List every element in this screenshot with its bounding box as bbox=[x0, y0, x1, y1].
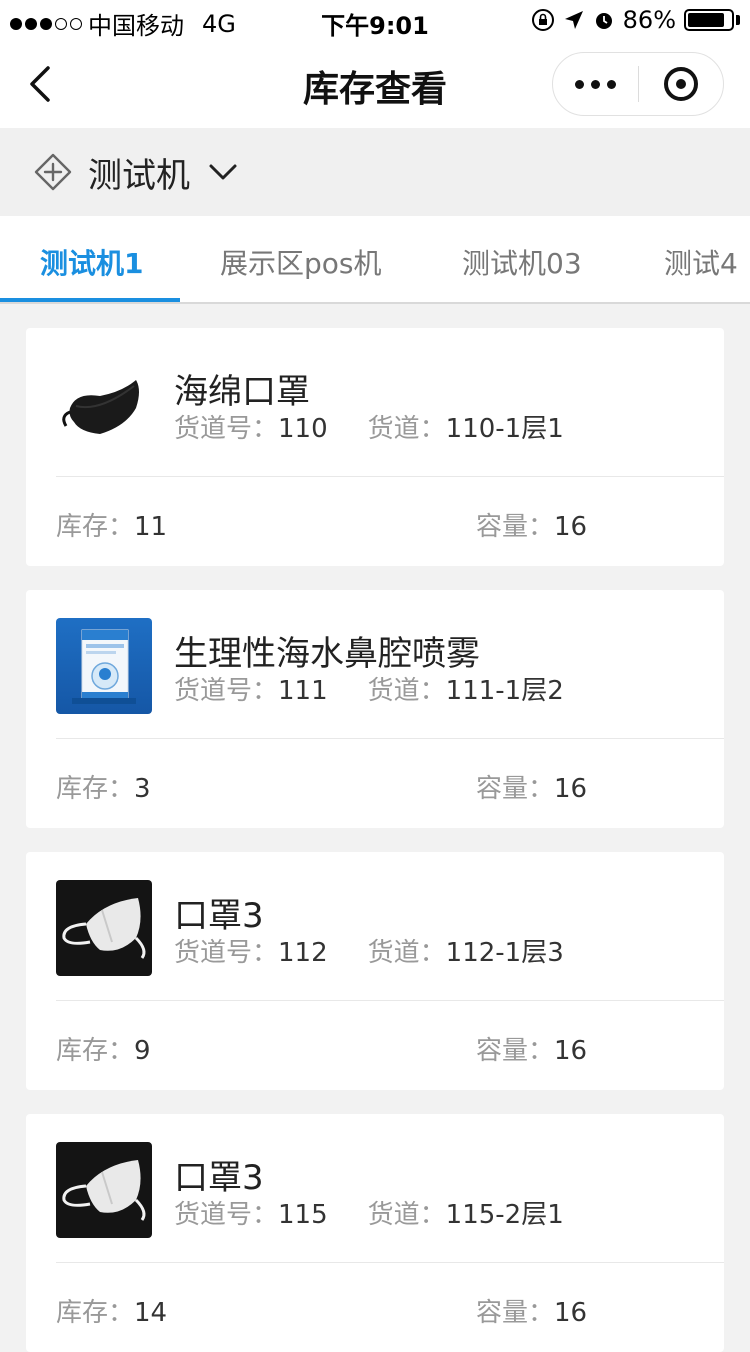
slot-value: 110-1层1 bbox=[445, 414, 564, 444]
close-miniprogram-button[interactable] bbox=[639, 53, 724, 115]
status-bar: 中国移动 4G 下午9:01 86% bbox=[0, 0, 750, 40]
rotation-lock-icon bbox=[531, 9, 554, 31]
chevron-down-icon bbox=[209, 164, 237, 180]
slot-info: 货道号：112 货道：112-1层3 bbox=[174, 932, 564, 969]
slot-info: 货道号：110 货道：110-1层1 bbox=[174, 408, 564, 445]
stock-value: 3 bbox=[134, 774, 151, 804]
slot-label: 货道： bbox=[367, 1200, 446, 1230]
black-mask-image bbox=[62, 380, 139, 434]
stock-label: 库存： bbox=[56, 1298, 135, 1328]
product-name: 口罩3 bbox=[174, 896, 264, 936]
tab-test-machine-1[interactable]: 测试机1 bbox=[40, 242, 143, 282]
slot-no-value: 110 bbox=[278, 414, 328, 444]
slot-value: 112-1层3 bbox=[445, 938, 564, 968]
battery-icon bbox=[684, 9, 734, 31]
device-name: 测试机 bbox=[88, 155, 190, 196]
product-name: 海绵口罩 bbox=[174, 372, 310, 412]
alarm-icon bbox=[595, 13, 612, 29]
tab-test-machine-03[interactable]: 测试机03 bbox=[462, 242, 582, 282]
stock-info: 库存：14 bbox=[56, 1292, 167, 1329]
capacity-info: 容量：16 bbox=[476, 1292, 587, 1329]
product-thumbnail bbox=[56, 618, 152, 714]
slot-no-value: 112 bbox=[278, 938, 328, 968]
inventory-card[interactable]: 生理性海水鼻腔喷雾 货道号：111 货道：111-1层2 库存：3 容量：16 bbox=[26, 590, 724, 828]
product-thumbnail bbox=[56, 880, 152, 976]
card-divider bbox=[56, 1000, 724, 1001]
nasal-spray-box-image bbox=[72, 629, 136, 704]
capacity-label: 容量： bbox=[476, 1036, 555, 1066]
stock-value: 11 bbox=[134, 512, 168, 542]
slot-label: 货道： bbox=[367, 676, 446, 706]
capacity-info: 容量：16 bbox=[476, 506, 587, 543]
status-right: 86% bbox=[531, 6, 740, 34]
nav-bar: 库存查看 bbox=[0, 40, 750, 128]
inventory-card[interactable]: 口罩3 货道号：112 货道：112-1层3 库存：9 容量：16 bbox=[26, 852, 724, 1090]
slot-no-label: 货道号： bbox=[174, 414, 279, 444]
stock-info: 库存：3 bbox=[56, 768, 151, 805]
capacity-value: 16 bbox=[554, 512, 588, 542]
device-selector[interactable]: 测试机 bbox=[0, 128, 750, 216]
slot-label: 货道： bbox=[367, 938, 446, 968]
product-thumbnail bbox=[56, 1142, 152, 1238]
battery-fill bbox=[688, 13, 725, 27]
active-tab-indicator bbox=[0, 298, 180, 302]
product-name: 口罩3 bbox=[174, 1158, 264, 1198]
tab-test-4[interactable]: 测试4 bbox=[664, 242, 738, 282]
product-name: 生理性海水鼻腔喷雾 bbox=[174, 634, 480, 674]
stock-label: 库存： bbox=[56, 774, 135, 804]
product-thumbnail bbox=[56, 356, 152, 452]
card-divider bbox=[56, 476, 724, 477]
slot-value: 111-1层2 bbox=[445, 676, 564, 706]
inventory-card[interactable]: 海绵口罩 货道号：110 货道：110-1层1 库存：11 容量：16 bbox=[26, 328, 724, 566]
capacity-value: 16 bbox=[554, 774, 588, 804]
tab-bar: 测试机1 展示区pos机 测试机03 测试4 bbox=[0, 216, 750, 304]
slot-value: 115-2层1 bbox=[445, 1200, 564, 1230]
capacity-value: 16 bbox=[554, 1298, 588, 1328]
stock-info: 库存：11 bbox=[56, 506, 167, 543]
battery-percent: 86% bbox=[622, 6, 676, 34]
more-dots-icon bbox=[574, 79, 616, 89]
capacity-value: 16 bbox=[554, 1036, 588, 1066]
slot-no-label: 货道号： bbox=[174, 938, 279, 968]
target-circle-icon bbox=[663, 67, 698, 101]
stock-label: 库存： bbox=[56, 1036, 135, 1066]
white-mask-image bbox=[62, 898, 146, 959]
miniprogram-capsule bbox=[552, 52, 724, 116]
battery-tip bbox=[736, 15, 740, 25]
tab-showroom-pos[interactable]: 展示区pos机 bbox=[220, 242, 382, 282]
stock-label: 库存： bbox=[56, 512, 135, 542]
capacity-label: 容量： bbox=[476, 512, 555, 542]
white-mask-image bbox=[62, 1160, 146, 1221]
slot-no-value: 111 bbox=[278, 676, 328, 706]
device-diamond-icon bbox=[34, 153, 72, 191]
slot-no-label: 货道号： bbox=[174, 676, 279, 706]
more-button[interactable] bbox=[553, 53, 638, 115]
stock-info: 库存：9 bbox=[56, 1030, 151, 1067]
slot-info: 货道号：115 货道：115-2层1 bbox=[174, 1194, 564, 1231]
capacity-label: 容量： bbox=[476, 1298, 555, 1328]
card-divider bbox=[56, 1262, 724, 1263]
slot-label: 货道： bbox=[367, 414, 446, 444]
capacity-info: 容量：16 bbox=[476, 1030, 587, 1067]
capacity-info: 容量：16 bbox=[476, 768, 587, 805]
location-arrow-icon bbox=[564, 11, 583, 29]
stock-value: 14 bbox=[134, 1298, 168, 1328]
slot-info: 货道号：111 货道：111-1层2 bbox=[174, 670, 564, 707]
card-divider bbox=[56, 738, 724, 739]
stock-value: 9 bbox=[134, 1036, 151, 1066]
slot-no-value: 115 bbox=[278, 1200, 328, 1230]
inventory-card[interactable]: 口罩3 货道号：115 货道：115-2层1 库存：14 容量：16 bbox=[26, 1114, 724, 1352]
slot-no-label: 货道号： bbox=[174, 1200, 279, 1230]
capacity-label: 容量： bbox=[476, 774, 555, 804]
